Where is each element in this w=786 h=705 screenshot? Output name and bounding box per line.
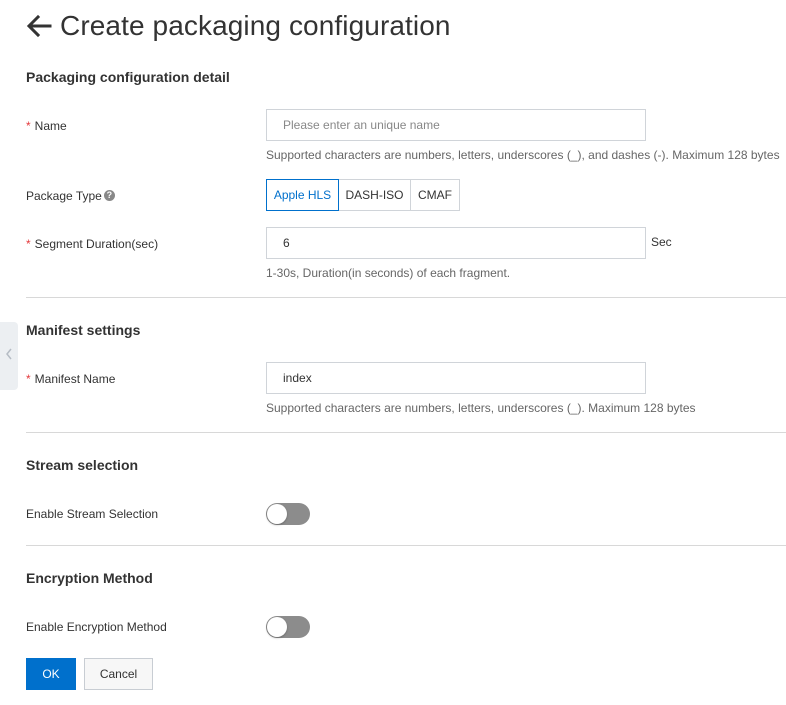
manifest-name-input[interactable] — [266, 362, 646, 394]
segment-duration-label: * Segment Duration(sec) — [26, 237, 158, 251]
stream-selection-toggle[interactable] — [266, 503, 310, 525]
question-circle-icon[interactable]: ? — [103, 190, 115, 202]
cancel-button[interactable]: Cancel — [84, 658, 153, 690]
ok-button[interactable]: OK — [26, 658, 76, 690]
required-mark: * — [26, 372, 31, 386]
package-type-label: Package Type? — [26, 189, 115, 203]
name-label: * Name — [26, 119, 67, 133]
toggle-knob — [267, 504, 287, 524]
page-header: Create packaging configuration — [26, 8, 451, 44]
section-title-manifest: Manifest settings — [26, 322, 141, 338]
package-type-apple-hls[interactable]: Apple HLS — [266, 179, 339, 211]
segment-duration-input[interactable] — [266, 227, 646, 259]
package-type-selector: Apple HLS DASH-ISO CMAF — [266, 179, 460, 211]
package-type-cmaf[interactable]: CMAF — [410, 179, 460, 211]
segment-duration-unit: Sec — [651, 235, 672, 249]
package-type-dash-iso[interactable]: DASH-ISO — [338, 179, 411, 211]
side-panel-toggle[interactable] — [0, 322, 18, 390]
chevron-left-icon — [5, 347, 13, 365]
segment-duration-label-text: Segment Duration(sec) — [34, 237, 159, 251]
divider — [26, 297, 786, 298]
name-input[interactable] — [266, 109, 646, 141]
divider — [26, 545, 786, 546]
manifest-name-label: * Manifest Name — [26, 372, 115, 386]
required-mark: * — [26, 119, 31, 133]
encryption-toggle[interactable] — [266, 616, 310, 638]
section-title-stream: Stream selection — [26, 457, 139, 473]
name-label-text: Name — [34, 119, 67, 133]
manifest-name-help: Supported characters are numbers, letter… — [266, 401, 696, 415]
section-title-detail: Packaging configuration detail — [26, 69, 230, 85]
divider — [26, 432, 786, 433]
arrow-left-icon[interactable] — [26, 14, 52, 38]
package-type-label-text: Package Type — [26, 189, 102, 203]
stream-selection-label: Enable Stream Selection — [26, 507, 159, 521]
encryption-label: Enable Encryption Method — [26, 620, 167, 634]
toggle-knob — [267, 617, 287, 637]
required-mark: * — [26, 237, 31, 251]
page-title: Create packaging configuration — [60, 10, 451, 41]
manifest-name-label-text: Manifest Name — [34, 372, 116, 386]
name-help: Supported characters are numbers, letter… — [266, 148, 780, 162]
segment-duration-help: 1-30s, Duration(in seconds) of each frag… — [266, 266, 511, 280]
section-title-encryption: Encryption Method — [26, 570, 153, 586]
